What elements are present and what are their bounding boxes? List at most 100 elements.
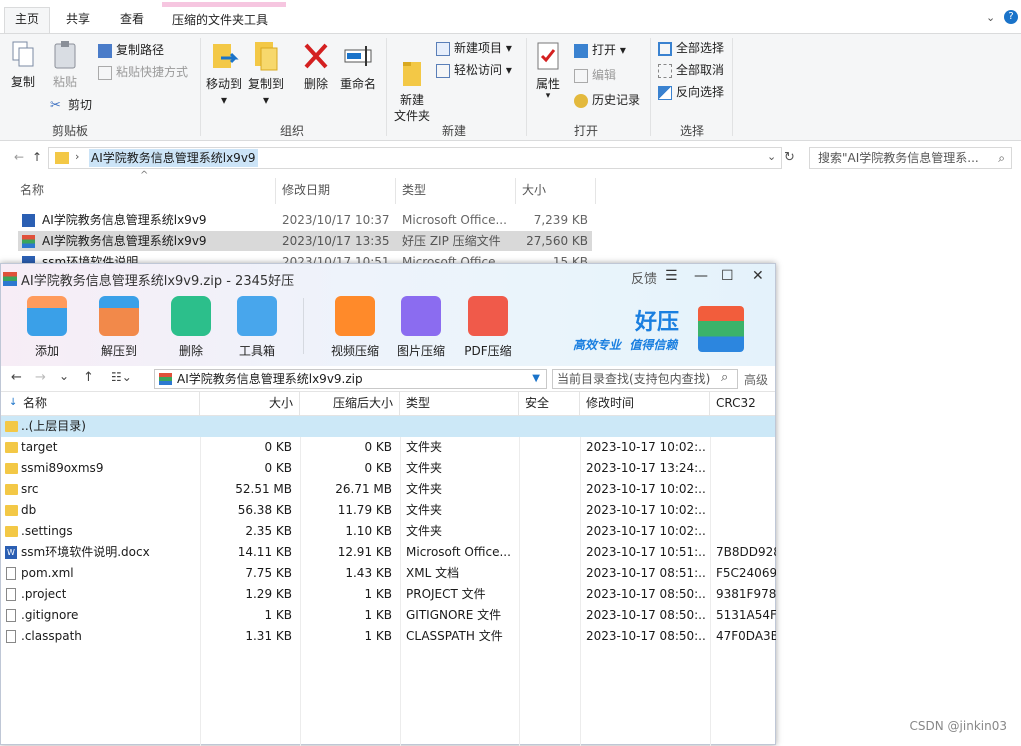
forward-arrow-icon[interactable]: →: [35, 370, 46, 385]
folder-icon: [5, 463, 18, 474]
chevron-down-icon[interactable]: ⌄: [767, 150, 776, 163]
column-header-packed-size[interactable]: 压缩后大小: [300, 392, 400, 416]
menu-icon[interactable]: ☰: [665, 268, 678, 284]
column-header-security[interactable]: 安全: [519, 392, 580, 416]
entry-modified-time: 2023-10-17 10:02:...: [586, 440, 706, 454]
archive-row[interactable]: W ssm环境软件说明.docx 14.11 KB 12.91 KB Micro…: [1, 542, 776, 563]
entry-size: 0 KB: [264, 440, 292, 454]
rename-button[interactable]: 重命名: [336, 40, 380, 92]
delete-label: 删除: [303, 77, 328, 91]
ribbon: 复制 粘贴 复制路径 粘贴快捷方式 ✂ 剪切 剪贴板 移动到 ▾ 复制到 ▾ 删除…: [0, 33, 1021, 141]
column-header-size[interactable]: 大小: [200, 392, 300, 416]
minimize-icon[interactable]: —: [694, 268, 708, 284]
tab-share[interactable]: 共享: [56, 8, 100, 34]
archive-row[interactable]: .gitignore 1 KB 1 KB GITIGNORE 文件 2023-1…: [1, 605, 776, 626]
entry-packed-size: 0 KB: [364, 440, 392, 454]
copy-path-button[interactable]: 复制路径: [98, 40, 164, 60]
search-input[interactable]: 搜索"AI学院教务信息管理系... ⌕: [809, 147, 1012, 169]
column-header-name[interactable]: ↓ 名称: [1, 392, 200, 416]
archive-row[interactable]: .settings 2.35 KB 1.10 KB 文件夹 2023-10-17…: [1, 521, 775, 542]
properties-button[interactable]: 属性 ▾: [530, 40, 566, 101]
delete-button[interactable]: 删除: [159, 296, 223, 359]
archive-row[interactable]: .classpath 1.31 KB 1 KB CLASSPATH 文件 202…: [1, 626, 776, 647]
entry-size: 56.38 KB: [237, 503, 292, 517]
back-arrow-icon[interactable]: ←: [14, 150, 24, 164]
pdf-compress-button[interactable]: PDF压缩: [456, 296, 520, 359]
delete-button[interactable]: 删除: [298, 40, 334, 92]
column-header-type[interactable]: 类型: [396, 178, 516, 204]
tab-compressed-folder-tools[interactable]: 压缩的文件夹工具: [162, 2, 286, 34]
advanced-search-button[interactable]: 高级: [744, 371, 768, 388]
copy-path-label: 复制路径: [116, 43, 165, 57]
feedback-link[interactable]: 反馈: [631, 268, 657, 287]
up-arrow-icon[interactable]: ↑: [83, 370, 94, 385]
zip-archive-icon: [22, 235, 35, 248]
column-header-date[interactable]: 修改日期: [276, 178, 396, 204]
archive-row[interactable]: src 52.51 MB 26.71 MB 文件夹 2023-10-17 10:…: [1, 479, 775, 500]
entry-name: .settings: [21, 524, 73, 538]
archive-row-parent-dir[interactable]: ..(上层目录): [1, 416, 775, 437]
extract-to-label: 解压到: [100, 344, 137, 358]
file-icon: [6, 588, 16, 601]
tab-view[interactable]: 查看: [110, 8, 154, 34]
group-label-select: 选择: [679, 124, 704, 138]
column-header-name[interactable]: 名称: [14, 178, 276, 204]
image-compress-button[interactable]: 图片压缩: [389, 296, 453, 359]
csdn-watermark: CSDN @jinkin03: [909, 719, 1007, 733]
search-icon[interactable]: ⌕: [721, 370, 728, 385]
up-arrow-icon[interactable]: ↑: [32, 150, 42, 164]
archive-column-headers: ↓ 名称 大小 压缩后大小 类型 安全 修改时间 CRC32: [1, 392, 775, 416]
help-icon[interactable]: ?: [1004, 10, 1018, 24]
edit-button[interactable]: 编辑: [574, 65, 616, 85]
address-bar[interactable]: › AI学院教务信息管理系统lx9v9 ⌄: [48, 147, 782, 169]
archive-path-bar[interactable]: AI学院教务信息管理系统lx9v9.zip ▼: [154, 369, 547, 389]
archive-row[interactable]: db 56.38 KB 11.79 KB 文件夹 2023-10-17 10:0…: [1, 500, 775, 521]
archive-row[interactable]: ssmi89oxms9 0 KB 0 KB 文件夹 2023-10-17 13:…: [1, 458, 775, 479]
archive-search-input[interactable]: 当前目录查找(支持包内查找): [552, 369, 738, 389]
video-compress-button[interactable]: 视频压缩: [323, 296, 387, 359]
view-mode-icon[interactable]: ☷⌄: [111, 370, 132, 384]
close-icon[interactable]: ✕: [752, 268, 764, 284]
file-row-selected[interactable]: AI学院教务信息管理系统lx9v9 2023/10/17 13:35 好压 ZI…: [18, 231, 592, 251]
column-header-modified-time[interactable]: 修改时间: [580, 392, 710, 416]
entry-name: src: [21, 482, 39, 496]
toolbox-button[interactable]: 工具箱: [225, 296, 289, 359]
tab-home[interactable]: 主页: [4, 7, 51, 34]
toolbox-icon: [237, 296, 277, 336]
history-dropdown-icon[interactable]: ⌄: [59, 369, 69, 383]
archive-row[interactable]: pom.xml 7.75 KB 1.43 KB XML 文档 2023-10-1…: [1, 563, 776, 584]
maximize-icon[interactable]: ☐: [721, 268, 734, 284]
paste-shortcut-button[interactable]: 粘贴快捷方式: [98, 62, 188, 82]
column-header-type[interactable]: 类型: [400, 392, 519, 416]
paste-button[interactable]: 粘贴: [48, 40, 82, 90]
archive-row[interactable]: target 0 KB 0 KB 文件夹 2023-10-17 10:02:..…: [1, 437, 775, 458]
back-arrow-icon[interactable]: ←: [11, 370, 22, 385]
extract-to-button[interactable]: 解压到: [87, 296, 151, 359]
select-none-button[interactable]: 全部取消: [658, 60, 724, 80]
history-button[interactable]: 历史记录: [574, 90, 640, 110]
dropdown-arrow-icon[interactable]: ▼: [532, 370, 540, 388]
move-to-button[interactable]: 移动到 ▾: [204, 40, 244, 108]
refresh-icon[interactable]: ↻: [784, 150, 795, 165]
file-date: 2023/10/17 10:37: [282, 213, 390, 227]
select-all-button[interactable]: 全部选择: [658, 38, 724, 58]
chevron-down-icon[interactable]: ⌄: [986, 11, 995, 24]
column-header-size[interactable]: 大小: [516, 178, 596, 204]
easy-access-button[interactable]: 轻松访问 ▾: [436, 60, 512, 80]
new-item-button[interactable]: 新建项目 ▾: [436, 38, 512, 58]
column-header-crc32[interactable]: CRC32: [710, 392, 775, 416]
file-row[interactable]: AI学院教务信息管理系统lx9v9 2023/10/17 10:37 Micro…: [18, 210, 592, 230]
open-button[interactable]: 打开 ▾: [574, 40, 626, 60]
cut-button[interactable]: ✂ 剪切: [50, 95, 92, 115]
copy-button[interactable]: 复制: [6, 40, 40, 90]
file-icon: [6, 630, 16, 643]
easy-access-icon: [436, 63, 450, 78]
archive-row[interactable]: .project 1.29 KB 1 KB PROJECT 文件 2023-10…: [1, 584, 776, 605]
new-item-label: 新建项目: [454, 41, 503, 55]
entry-crc32: 7B8DD928: [716, 545, 776, 559]
add-button[interactable]: 添加: [15, 296, 79, 359]
entry-name: target: [21, 440, 58, 454]
invert-selection-button[interactable]: 反向选择: [658, 82, 724, 102]
copy-icon: [12, 41, 34, 67]
copy-to-button[interactable]: 复制到 ▾: [246, 40, 286, 108]
